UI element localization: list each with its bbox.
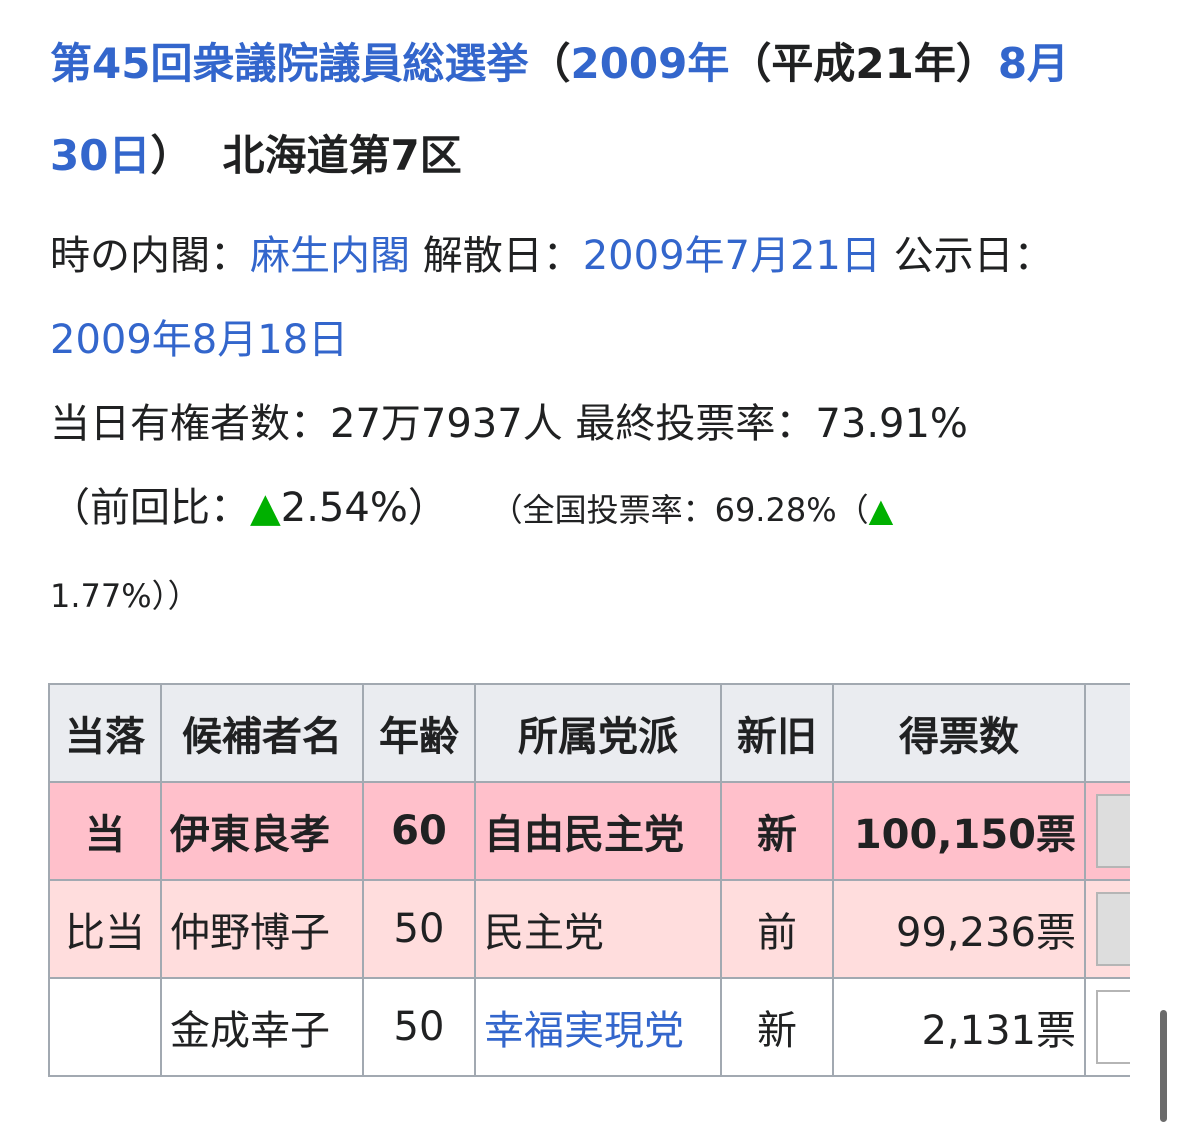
age-cell: 50 (362, 977, 476, 1077)
candidate-name-cell: 金成幸子 (160, 977, 364, 1077)
newold-cell: 前 (720, 879, 834, 979)
voters-label: 当日有権者数： (50, 401, 330, 447)
header-votes: 得票数 (832, 683, 1086, 783)
year-link[interactable]: 2009年 (570, 39, 729, 88)
table-row: 当 伊東良孝 60 自由民主党 新 100,150票 (48, 781, 1148, 881)
prev-comparison-label: （前回比： (50, 485, 250, 531)
national-turnout-value: 69.28%（ (714, 491, 869, 529)
table-header-row: 当落 候補者名 年齢 所属党派 新旧 得票数 (48, 683, 1148, 783)
table-row: 比当 仲野博子 50 民主党 前 99,236票 (48, 879, 1148, 979)
result-cell: 当 (48, 781, 162, 881)
header-candidate: 候補者名 (160, 683, 364, 783)
dissolution-label: 解散日： (422, 233, 583, 279)
table-overflow-mask (1130, 680, 1179, 1090)
header-newold: 新旧 (720, 683, 834, 783)
announcement-date-link[interactable]: 2009年8月18日 (50, 317, 348, 363)
page-heading: 第45回衆議院議員総選挙（2009年（平成21年）8月30日） 北海道第7区 (50, 18, 1110, 202)
cabinet-label: 時の内閣： (50, 233, 250, 279)
result-cell: 比当 (48, 879, 162, 979)
party-cell: 民主党 (474, 879, 722, 979)
votes-cell: 99,236票 (832, 879, 1086, 979)
election-link[interactable]: 第45回衆議院議員総選挙 (50, 39, 528, 88)
district-title: 北海道第7区 (222, 131, 462, 180)
national-turnout-label: （全国投票率： (490, 491, 715, 529)
newold-cell: 新 (720, 977, 834, 1077)
up-triangle-icon: ▲ (250, 485, 281, 531)
turnout-value: 73.91% (815, 401, 968, 447)
cabinet-link[interactable]: 麻生内閣 (250, 233, 410, 279)
vertical-scrollbar[interactable] (1160, 1010, 1167, 1122)
party-cell: 幸福実現党 (474, 977, 722, 1077)
election-info: 時の内閣：麻生内閣 解散日：2009年7月21日 公示日：2009年8月18日 … (50, 214, 1140, 636)
votes-cell: 100,150票 (832, 781, 1086, 881)
age-cell: 60 (362, 781, 476, 881)
header-result: 当落 (48, 683, 162, 783)
voters-value: 27万7937人 (330, 401, 563, 447)
heading-paren-open: （ (528, 39, 571, 88)
era-text: （平成21年） (729, 39, 998, 88)
national-turnout-diff: 1.77%）） (50, 577, 200, 615)
announcement-label: 公示日： (893, 233, 1054, 279)
result-cell (48, 977, 162, 1077)
table-row: 金成幸子 50 幸福実現党 新 2,131票 (48, 977, 1148, 1077)
heading-paren-close: ） (150, 131, 193, 180)
newold-cell: 新 (720, 781, 834, 881)
candidate-name-cell: 伊東良孝 (160, 781, 364, 881)
header-party: 所属党派 (474, 683, 722, 783)
candidate-name-cell: 仲野博子 (160, 879, 364, 979)
party-cell: 自由民主党 (474, 781, 722, 881)
votes-cell: 2,131票 (832, 977, 1086, 1077)
up-triangle-icon: ▲ (868, 491, 894, 529)
turnout-label: 最終投票率： (575, 401, 816, 447)
dissolution-date-link[interactable]: 2009年7月21日 (583, 233, 881, 279)
header-age: 年齢 (362, 683, 476, 783)
party-link[interactable]: 幸福実現党 (484, 1008, 684, 1054)
results-table: 当落 候補者名 年齢 所属党派 新旧 得票数 当 伊東良孝 60 自由民主党 新… (48, 683, 1148, 1077)
prev-comparison-value: 2.54%） (280, 485, 448, 531)
age-cell: 50 (362, 879, 476, 979)
